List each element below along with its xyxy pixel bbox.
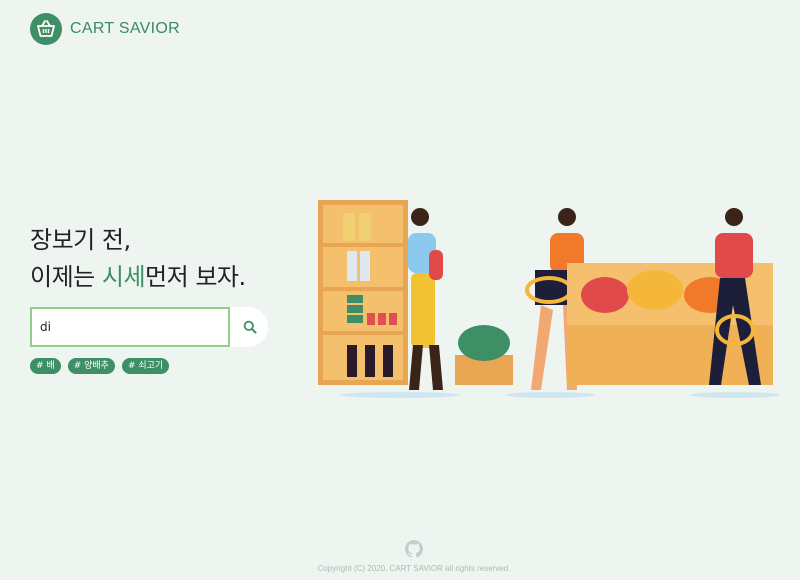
shopping-basket-icon (30, 13, 62, 45)
github-icon[interactable] (405, 540, 423, 558)
search-bar (30, 307, 268, 347)
tag-list: # 배 # 양배추 # 쇠고기 (30, 358, 170, 374)
brand-name: CART SAVIOR (70, 20, 180, 37)
hero-highlight: 시세 (101, 263, 146, 291)
tag-beef[interactable]: # 쇠고기 (121, 358, 170, 374)
logo[interactable]: CART SAVIOR (30, 13, 180, 45)
search-field (30, 307, 230, 347)
tag-cabbage[interactable]: # 양배추 (67, 358, 115, 374)
grocery-shopping-illustration (318, 200, 780, 398)
copyright-text: Copyright (C) 2020. CART SAVIOR all righ… (317, 564, 511, 573)
search-icon (243, 320, 257, 334)
search-button[interactable] (238, 315, 262, 339)
hero-line-2-prefix: 이제는 (30, 263, 102, 291)
search-input[interactable] (32, 309, 220, 345)
hero-line-2: 이제는 시세먼저 보자. (30, 259, 246, 296)
hero-headline: 장보기 전, 이제는 시세먼저 보자. (30, 222, 246, 296)
hero-line-1: 장보기 전, (30, 226, 131, 254)
tag-pear[interactable]: # 배 (30, 358, 61, 374)
hero-line-2-suffix: 먼저 보자. (145, 263, 246, 291)
